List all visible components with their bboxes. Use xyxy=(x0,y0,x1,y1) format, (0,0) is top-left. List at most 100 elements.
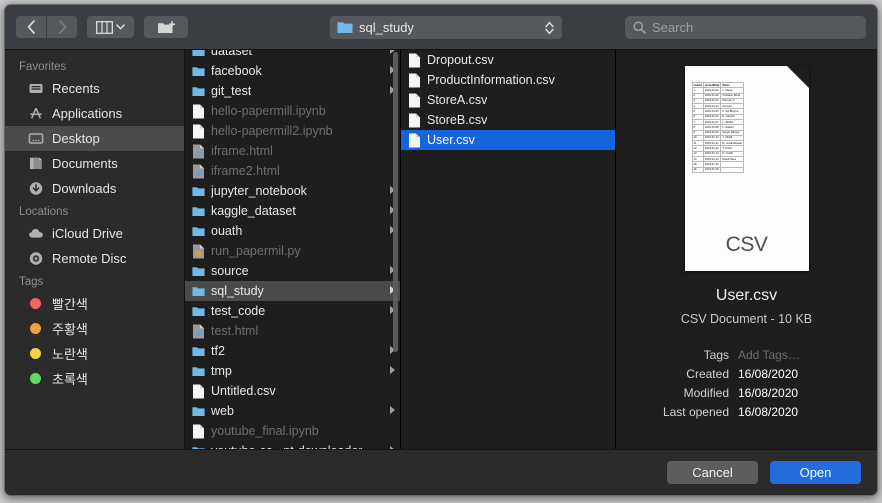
file-column-two[interactable]: Dropout.csv ProductInformation.csv StoreA.… xyxy=(401,50,616,449)
file-icon xyxy=(192,144,205,159)
file-icon xyxy=(192,104,205,119)
dialog-toolbar: sql_study Search xyxy=(5,5,877,50)
file-row[interactable]: StoreA.csv xyxy=(401,90,615,110)
dialog-footer: Cancel Open xyxy=(5,449,877,495)
file-row[interactable]: test.html xyxy=(185,321,400,341)
html-file-icon xyxy=(193,324,204,338)
sidebar: Favorites Recents Applications Desktop Docum… xyxy=(5,50,185,449)
search-placeholder-text: Search xyxy=(652,20,694,35)
tag-dot-icon xyxy=(30,298,41,309)
file-row-label: kaggle_dataset xyxy=(211,204,296,218)
metadata-row: Modified 16/08/2020 xyxy=(642,386,851,400)
sidebar-item-label: Recents xyxy=(52,81,100,96)
file-row[interactable]: hello-papermill2.ipynb xyxy=(185,121,400,141)
new-folder-icon xyxy=(157,20,175,33)
up-down-stepper-icon xyxy=(544,20,555,36)
html-file-icon xyxy=(193,144,204,158)
metadata-key: Created xyxy=(686,367,729,381)
file-row[interactable]: run_papermil.py xyxy=(185,241,400,261)
document-file-icon xyxy=(409,93,420,107)
file-row[interactable]: iframe.html xyxy=(185,141,400,161)
file-row[interactable]: web xyxy=(185,401,400,421)
html-file-icon xyxy=(193,164,204,178)
file-row-label: iframe.html xyxy=(211,144,273,158)
folder-icon xyxy=(192,346,205,356)
file-row-label: StoreB.csv xyxy=(427,113,488,127)
file-row-label: youtube_final.ipynb xyxy=(211,424,319,438)
file-row[interactable]: sql_study xyxy=(185,281,400,301)
sidebar-item-[interactable]: 주황색 xyxy=(5,316,184,341)
sidebar-item-[interactable]: 노란색 xyxy=(5,341,184,366)
sidebar-item-label: 빨간색 xyxy=(52,297,88,312)
chevron-left-icon xyxy=(27,20,35,34)
metadata-row: Last opened 16/08/2020 xyxy=(642,405,851,419)
file-row[interactable]: User.csv xyxy=(401,130,615,150)
sidebar-item-[interactable]: 빨간색 xyxy=(5,291,184,316)
sidebar-item-label: iCloud Drive xyxy=(52,226,123,241)
file-row[interactable]: StoreB.csv xyxy=(401,110,615,130)
cloud-icon xyxy=(27,226,44,242)
new-folder-button[interactable] xyxy=(144,16,188,38)
preview-pane: UserId JoinedDate Name 1 2019-01-01 L. Messi 2… xyxy=(616,50,877,449)
folder-icon xyxy=(192,446,205,449)
optical-disc-icon xyxy=(29,252,42,265)
back-button[interactable] xyxy=(16,16,46,38)
folder-icon xyxy=(192,366,205,376)
cancel-button[interactable]: Cancel xyxy=(667,461,758,484)
path-popup-button[interactable]: sql_study xyxy=(330,16,562,39)
page-fold-corner xyxy=(786,66,809,88)
file-row[interactable]: youtube_final.ipynb xyxy=(185,421,400,441)
sidebar-item-remote-disc[interactable]: Remote Disc xyxy=(5,246,184,271)
file-row[interactable]: tf2 xyxy=(185,341,400,361)
document-file-icon xyxy=(409,113,420,127)
folder-icon xyxy=(192,206,205,216)
file-icon xyxy=(408,53,421,68)
metadata-row: Created 16/08/2020 xyxy=(642,367,851,381)
file-row[interactable]: hello-papermill.ipynb xyxy=(185,101,400,121)
file-column-one[interactable]: dataset facebook git_test hello-papermill.i… xyxy=(185,50,401,449)
file-row-label: facebook xyxy=(211,64,262,78)
file-row-label: jupyter_notebook xyxy=(211,184,307,198)
sidebar-item-downloads[interactable]: Downloads xyxy=(5,176,184,201)
folder-icon xyxy=(192,50,205,56)
view-mode-button[interactable] xyxy=(87,16,134,38)
file-row[interactable]: kaggle_dataset xyxy=(185,201,400,221)
file-row[interactable]: Dropout.csv xyxy=(401,50,615,70)
file-row-label: StoreA.csv xyxy=(427,93,488,107)
folder-icon xyxy=(192,84,205,99)
disclosure-arrow-icon xyxy=(389,365,396,377)
file-row[interactable]: ouath xyxy=(185,221,400,241)
sidebar-item-label: Documents xyxy=(52,156,118,171)
file-row[interactable]: youtube-co...nt-downloader xyxy=(185,441,400,449)
documents-icon xyxy=(27,156,44,172)
file-row[interactable]: ProductInformation.csv xyxy=(401,70,615,90)
sidebar-item-icloud-drive[interactable]: iCloud Drive xyxy=(5,221,184,246)
metadata-key: Modified xyxy=(683,386,729,400)
column-one-scrollbar[interactable] xyxy=(393,52,398,352)
metadata-value[interactable]: Add Tags… xyxy=(738,348,800,362)
file-row[interactable]: source xyxy=(185,261,400,281)
preview-file-kind: CSV Document - 10 KB xyxy=(680,312,813,326)
forward-button[interactable] xyxy=(47,16,77,38)
desktop-icon xyxy=(27,131,44,147)
metadata-value: 16/08/2020 xyxy=(738,367,799,381)
file-row[interactable]: jupyter_notebook xyxy=(185,181,400,201)
sidebar-item-documents[interactable]: Documents xyxy=(5,151,184,176)
sidebar-item-recents[interactable]: Recents xyxy=(5,76,184,101)
folder-icon xyxy=(192,266,205,276)
file-row[interactable]: Untitled.csv xyxy=(185,381,400,401)
open-button[interactable]: Open xyxy=(770,461,861,484)
sidebar-item-desktop[interactable]: Desktop xyxy=(5,126,184,151)
file-row[interactable]: test_code xyxy=(185,301,400,321)
file-row[interactable]: git_test xyxy=(185,81,400,101)
sidebar-section-header: Tags xyxy=(19,276,44,288)
file-row[interactable]: dataset xyxy=(185,50,400,61)
search-input[interactable]: Search xyxy=(625,16,866,39)
file-row[interactable]: facebook xyxy=(185,61,400,81)
sidebar-item-applications[interactable]: Applications xyxy=(5,101,184,126)
file-row[interactable]: tmp xyxy=(185,361,400,381)
folder-icon xyxy=(192,64,205,79)
documents-icon xyxy=(29,157,42,169)
file-row[interactable]: iframe2.html xyxy=(185,161,400,181)
sidebar-item-[interactable]: 초록색 xyxy=(5,366,184,391)
